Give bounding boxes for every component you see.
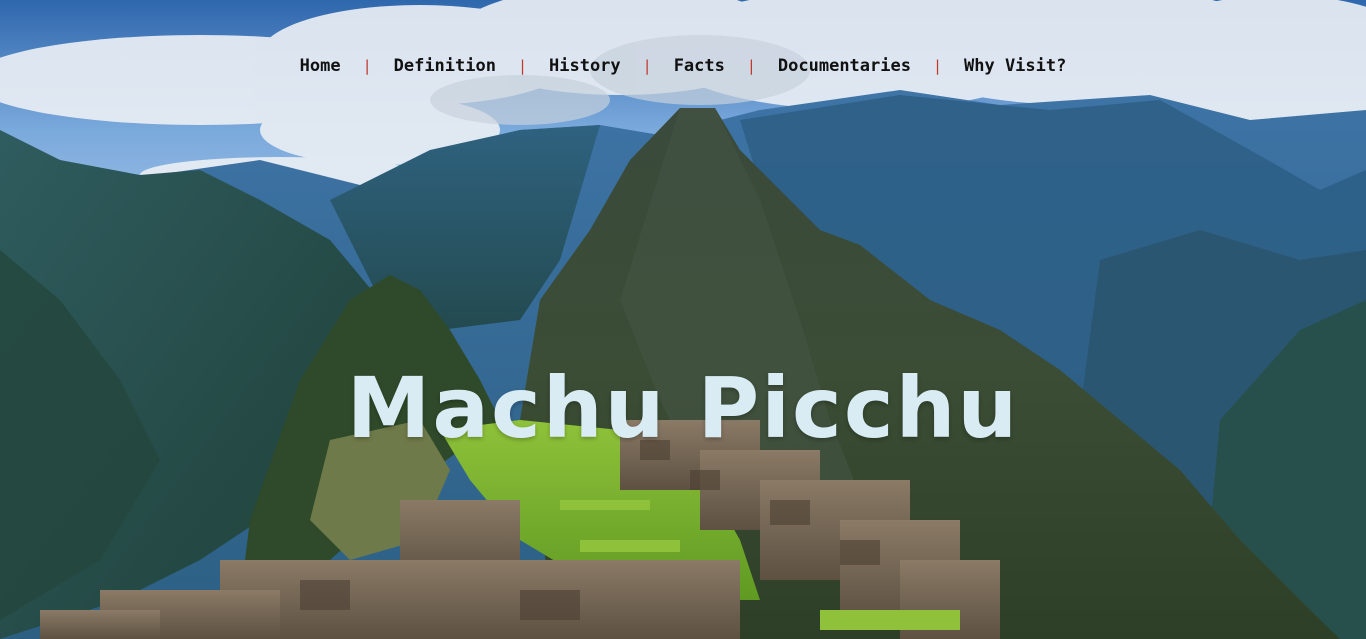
nav-definition[interactable]: Definition (390, 56, 500, 76)
nav-documentaries[interactable]: Documentaries (774, 56, 915, 76)
nav-separator: | (517, 57, 527, 75)
nav-facts[interactable]: Facts (670, 56, 729, 76)
page-title: Machu Picchu (346, 359, 1020, 458)
nav-separator: | (932, 57, 942, 75)
landscape-illustration (0, 0, 1366, 639)
hero-background-image: Home | Definition | History | Facts | Do… (0, 0, 1366, 639)
nav-separator: | (362, 57, 372, 75)
nav-home[interactable]: Home (296, 56, 345, 76)
nav-why-visit[interactable]: Why Visit? (960, 56, 1070, 76)
main-nav: Home | Definition | History | Facts | Do… (0, 56, 1366, 76)
nav-separator: | (642, 57, 652, 75)
nav-separator: | (746, 57, 756, 75)
nav-history[interactable]: History (545, 56, 625, 76)
